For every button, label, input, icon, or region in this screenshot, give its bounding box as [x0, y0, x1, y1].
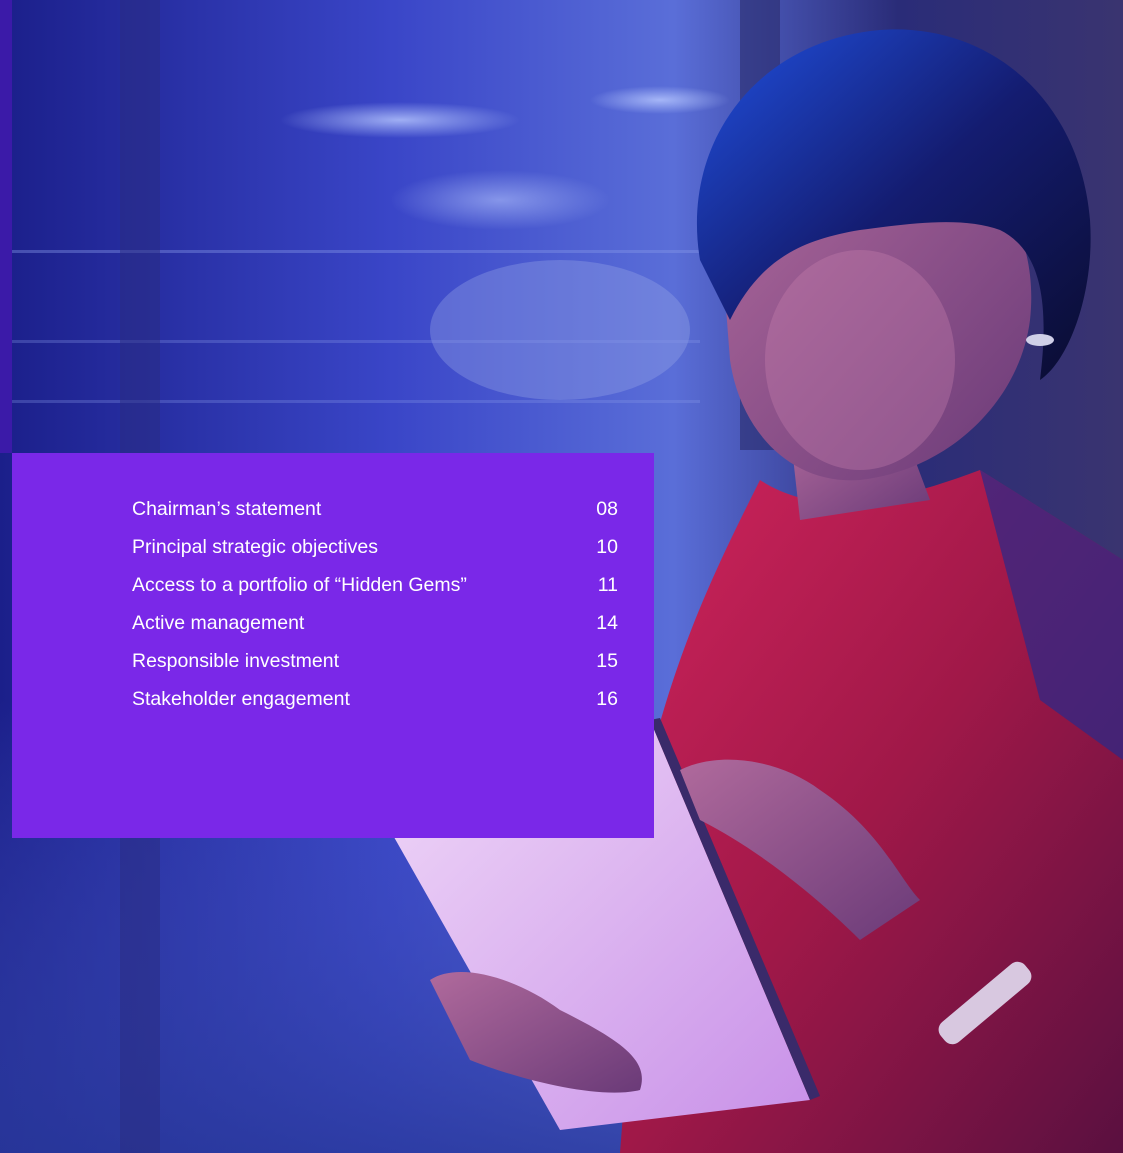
- report-page: Chairman’s statement 08 Principal strate…: [0, 0, 1123, 1153]
- contents-item-title: Access to a portfolio of “Hidden Gems”: [132, 574, 467, 596]
- contents-item[interactable]: Chairman’s statement 08: [132, 498, 618, 536]
- contents-item-title: Stakeholder engagement: [132, 688, 350, 710]
- contents-item-page: 15: [596, 650, 618, 672]
- contents-panel: Chairman’s statement 08 Principal strate…: [12, 453, 654, 838]
- contents-item-page: 10: [596, 536, 618, 558]
- contents-item-title: Active management: [132, 612, 305, 634]
- contents-item-page: 08: [596, 498, 618, 520]
- left-accent-strip: [0, 0, 12, 453]
- contents-item-title: Chairman’s statement: [132, 498, 322, 520]
- contents-item-page: 11: [597, 574, 618, 596]
- contents-item[interactable]: Active management 14: [132, 612, 618, 650]
- contents-item-title: Responsible investment: [132, 650, 340, 672]
- contents-item[interactable]: Access to a portfolio of “Hidden Gems” 1…: [132, 574, 618, 612]
- contents-item[interactable]: Principal strategic objectives 10: [132, 536, 618, 574]
- contents-item[interactable]: Stakeholder engagement 16: [132, 688, 618, 726]
- contents-item-title: Principal strategic objectives: [132, 536, 379, 558]
- contents-list: Chairman’s statement 08 Principal strate…: [132, 498, 618, 726]
- contents-item[interactable]: Responsible investment 15: [132, 650, 618, 688]
- contents-item-page: 14: [596, 612, 618, 634]
- contents-item-page: 16: [596, 688, 618, 710]
